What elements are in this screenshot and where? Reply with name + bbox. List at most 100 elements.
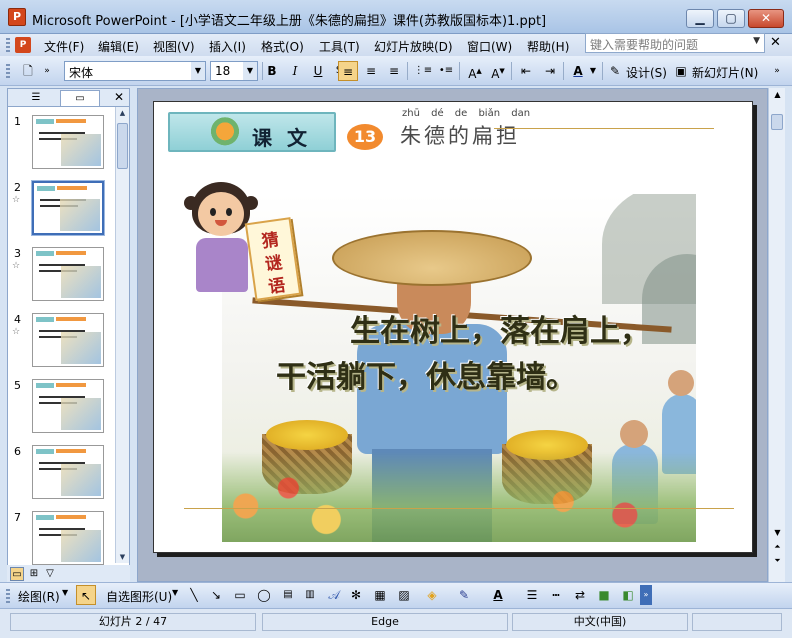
increase-indent-icon[interactable]: ⇥ bbox=[540, 61, 560, 81]
thumb-title bbox=[56, 449, 86, 453]
menu-help[interactable]: 帮助(H) bbox=[527, 38, 569, 55]
slide-number: 1 bbox=[14, 115, 21, 128]
menu-slideshow[interactable]: 幻灯片放映(D) bbox=[374, 38, 453, 55]
soldier-head bbox=[620, 420, 648, 448]
menu-file[interactable]: 文件(F) bbox=[44, 38, 84, 55]
tab-outline[interactable]: ☰ bbox=[16, 90, 56, 106]
scroll-thumb[interactable] bbox=[771, 114, 783, 130]
diagram-icon[interactable]: ✻ bbox=[346, 585, 366, 605]
toolbar-options-icon[interactable]: » bbox=[640, 585, 652, 605]
new-slide-button[interactable]: 新幻灯片(N) bbox=[692, 64, 758, 81]
increase-font-icon[interactable]: A▲ bbox=[465, 61, 485, 81]
shadow-style-icon[interactable]: ■ bbox=[594, 585, 614, 605]
slideshow-icon[interactable]: ▽ bbox=[43, 567, 57, 581]
draw-menu[interactable]: 绘图(R) bbox=[18, 588, 60, 605]
toolbar-grip-icon[interactable] bbox=[6, 38, 10, 52]
fill-color-icon[interactable]: ◈ bbox=[422, 585, 442, 605]
dash-style-icon[interactable]: ┅ bbox=[546, 585, 566, 605]
pane-tabs: ☰ ▭ ✕ bbox=[8, 89, 129, 107]
current-slide[interactable]: 课 文 13 zhū dé de biǎn dan 朱德的扁担 猜 谜 语 生在… bbox=[153, 101, 753, 553]
slide-thumbnail[interactable] bbox=[32, 379, 104, 433]
toolbar-options-icon[interactable]: » bbox=[40, 61, 54, 81]
font-name-select[interactable]: 宋体 ▼ bbox=[64, 61, 206, 81]
picture-icon[interactable]: ▨ bbox=[394, 585, 414, 605]
document-close-button[interactable]: ✕ bbox=[770, 35, 781, 50]
chevron-down-icon[interactable]: ▼ bbox=[172, 588, 178, 597]
minimize-button[interactable]: ▁ bbox=[686, 9, 714, 28]
oval-icon[interactable]: ◯ bbox=[254, 585, 274, 605]
slide-sorter-icon[interactable]: ⊞ bbox=[27, 567, 41, 581]
textbox-icon[interactable]: ▤ bbox=[278, 585, 298, 605]
decrease-indent-icon[interactable]: ⇤ bbox=[516, 61, 536, 81]
arrow-style-icon[interactable]: ⇄ bbox=[570, 585, 590, 605]
select-pointer-icon[interactable]: ↖ bbox=[76, 585, 96, 605]
thumb-badge bbox=[37, 186, 55, 191]
slide-thumbnail[interactable] bbox=[32, 511, 104, 565]
slide-thumbnail[interactable] bbox=[31, 180, 105, 236]
menu-format[interactable]: 格式(O) bbox=[261, 38, 304, 55]
slide-number: 3 bbox=[14, 247, 21, 260]
slide-thumbnail[interactable] bbox=[32, 115, 104, 169]
scroll-down-icon[interactable]: ▼ bbox=[116, 551, 129, 563]
design-button[interactable]: 设计(S) bbox=[626, 64, 667, 81]
maximize-button[interactable]: ▢ bbox=[717, 9, 745, 28]
slides-scrollbar[interactable]: ▲ ▼ bbox=[115, 107, 129, 563]
normal-view-icon[interactable]: ▭ bbox=[10, 567, 24, 581]
chevron-down-icon[interactable]: ▼ bbox=[243, 62, 257, 80]
menu-tools[interactable]: 工具(T) bbox=[319, 38, 360, 55]
previous-slide-icon[interactable]: ⏶ bbox=[770, 540, 785, 554]
bullet-list-icon[interactable]: •≡ bbox=[436, 61, 456, 81]
rectangle-icon[interactable]: ▭ bbox=[230, 585, 250, 605]
line-color-icon[interactable]: ✎ bbox=[454, 585, 474, 605]
menu-edit[interactable]: 编辑(E) bbox=[98, 38, 139, 55]
scroll-down-icon[interactable]: ▼ bbox=[770, 526, 785, 540]
chevron-down-icon[interactable]: ▼ bbox=[191, 62, 205, 80]
chevron-down-icon[interactable]: ▼ bbox=[62, 588, 68, 597]
menu-window[interactable]: 窗口(W) bbox=[467, 38, 512, 55]
scroll-up-icon[interactable]: ▲ bbox=[770, 88, 785, 102]
arrow-icon[interactable]: ↘ bbox=[206, 585, 226, 605]
help-search-input[interactable]: 键入需要帮助的问题 ▼ bbox=[585, 33, 765, 53]
editor-scrollbar[interactable]: ▲ ▼ ⏶ ⏷ bbox=[768, 88, 785, 582]
font-size-select[interactable]: 18 ▼ bbox=[210, 61, 258, 81]
chevron-down-icon[interactable]: ▼ bbox=[588, 61, 598, 81]
straw-hat bbox=[332, 230, 532, 286]
powerpoint-icon[interactable]: P bbox=[8, 8, 26, 26]
italic-button[interactable]: I bbox=[285, 61, 305, 81]
scroll-up-icon[interactable]: ▲ bbox=[116, 107, 129, 119]
menu-view[interactable]: 视图(V) bbox=[153, 38, 195, 55]
line-icon[interactable]: ╲ bbox=[184, 585, 204, 605]
new-doc-icon[interactable]: 🗋 bbox=[18, 61, 38, 81]
tab-slides[interactable]: ▭ bbox=[60, 90, 100, 106]
menu-insert[interactable]: 插入(I) bbox=[209, 38, 246, 55]
wordart-icon[interactable]: 𝒜 bbox=[324, 585, 344, 605]
decrease-font-icon[interactable]: A▼ bbox=[488, 61, 508, 81]
thumb-title bbox=[57, 186, 87, 190]
vertical-textbox-icon[interactable]: ▥ bbox=[300, 585, 320, 605]
toolbar-options-icon[interactable]: » bbox=[770, 61, 784, 81]
numbered-list-icon[interactable]: ⋮≡ bbox=[413, 61, 433, 81]
slide-thumbnail[interactable] bbox=[32, 445, 104, 499]
align-right-icon[interactable]: ≡ bbox=[384, 61, 404, 81]
slide-thumbnail[interactable] bbox=[32, 247, 104, 301]
close-icon[interactable]: ✕ bbox=[114, 90, 124, 104]
align-center-icon[interactable]: ≡ bbox=[361, 61, 381, 81]
font-color-icon[interactable]: A bbox=[488, 585, 508, 605]
lesson-number: 13 bbox=[347, 124, 383, 150]
toolbar-grip-icon[interactable] bbox=[6, 64, 10, 78]
align-left-icon[interactable]: ≡ bbox=[338, 61, 358, 81]
toolbar-grip-icon[interactable] bbox=[6, 589, 10, 603]
document-icon[interactable]: P bbox=[15, 37, 31, 53]
underline-button[interactable]: U bbox=[308, 61, 328, 81]
font-color-button[interactable]: A bbox=[568, 61, 588, 81]
next-slide-icon[interactable]: ⏷ bbox=[770, 554, 785, 568]
slide-thumbnail[interactable] bbox=[32, 313, 104, 367]
bold-button[interactable]: B bbox=[262, 61, 282, 81]
chevron-down-icon[interactable]: ▼ bbox=[753, 36, 760, 46]
3d-style-icon[interactable]: ◧ bbox=[618, 585, 638, 605]
autoshapes-menu[interactable]: 自选图形(U) bbox=[106, 588, 172, 605]
close-button[interactable]: ✕ bbox=[748, 9, 784, 28]
clipart-icon[interactable]: ▦ bbox=[370, 585, 390, 605]
scroll-thumb[interactable] bbox=[117, 123, 128, 169]
line-style-icon[interactable]: ☰ bbox=[522, 585, 542, 605]
